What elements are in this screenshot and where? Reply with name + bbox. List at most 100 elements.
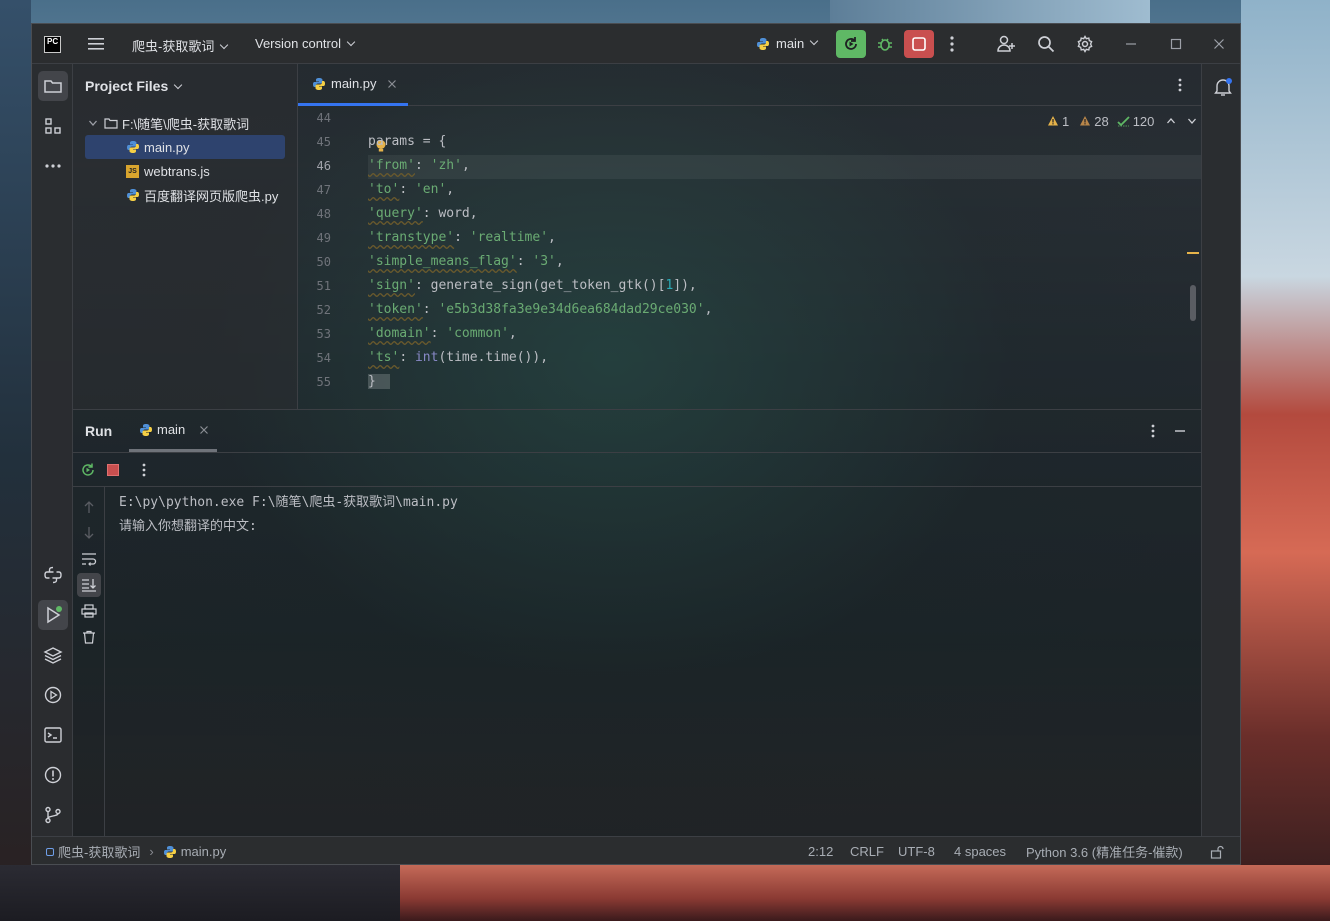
line-number: 49 <box>316 231 331 245</box>
print-button[interactable] <box>79 601 99 621</box>
stop-icon <box>912 37 926 51</box>
search-everywhere-button[interactable] <box>1035 33 1057 55</box>
soft-wrap-button[interactable] <box>79 549 99 569</box>
run-tab-main[interactable]: main <box>129 410 217 452</box>
structure-icon <box>45 118 61 134</box>
maximize-button[interactable] <box>1165 33 1187 55</box>
gear-icon <box>1077 35 1093 53</box>
breadcrumb: 爬虫-获取歌词 › main.py <box>46 837 227 864</box>
arrow-down-icon <box>84 527 94 539</box>
line-number: 50 <box>316 255 331 269</box>
app-logo[interactable]: PC <box>44 36 61 53</box>
line-separator[interactable]: CRLF <box>850 837 884 864</box>
version-control-button[interactable] <box>38 800 68 830</box>
main-menu-button[interactable] <box>87 35 105 53</box>
minimize-button[interactable] <box>1120 33 1142 55</box>
tree-item-baidu-py[interactable]: 百度翻译网页版爬虫.py <box>73 183 298 207</box>
console-line: 请输入你想翻译的中文: <box>119 519 257 534</box>
close-icon[interactable] <box>387 79 397 89</box>
line-number: 48 <box>316 207 331 221</box>
unlock-icon <box>1210 845 1224 859</box>
tree-root-label: F:\随笔\爬虫-获取歌词 <box>122 116 250 132</box>
rerun-button[interactable] <box>836 30 866 58</box>
editor-more-button[interactable] <box>1172 76 1188 94</box>
services-button[interactable] <box>38 680 68 710</box>
debug-button[interactable] <box>873 32 897 56</box>
rerun-button[interactable] <box>79 461 97 479</box>
scroll-up-button[interactable] <box>79 497 99 517</box>
editor-tab-main-py[interactable]: main.py <box>298 64 408 106</box>
chevron-down-icon <box>174 80 183 90</box>
run-more-button[interactable] <box>137 461 151 479</box>
python-file-icon <box>313 77 325 90</box>
line-number: 54 <box>316 351 331 365</box>
current-line-highlight <box>368 155 1201 179</box>
scroll-to-end-button[interactable] <box>77 573 101 597</box>
code-line-51: 'sign': generate_sign(get_token_gtk()[1]… <box>368 278 697 293</box>
file-name: main.py <box>144 139 190 155</box>
stop-button[interactable] <box>904 30 934 58</box>
python-console-button[interactable] <box>38 560 68 590</box>
more-actions-button[interactable] <box>942 33 962 55</box>
python-interpreter[interactable]: Python 3.6 (精准任务-催款) <box>1026 837 1183 864</box>
notifications-button[interactable] <box>1211 75 1235 99</box>
run-tool-button[interactable] <box>38 600 68 630</box>
indent-setting[interactable]: 4 spaces <box>954 837 1006 864</box>
readonly-toggle[interactable] <box>1210 837 1224 864</box>
editor-tab-label: main.py <box>331 76 377 91</box>
project-switcher[interactable]: 爬虫-获取歌词 <box>132 36 229 55</box>
project-tool-button[interactable] <box>38 71 68 101</box>
scroll-down-button[interactable] <box>79 523 99 543</box>
close-icon <box>1214 39 1224 49</box>
clear-all-button[interactable] <box>79 627 99 647</box>
problems-button[interactable] <box>38 760 68 790</box>
run-toolbar <box>73 452 1201 487</box>
warning-stripe-marker[interactable] <box>1187 252 1199 254</box>
python-file-icon <box>127 189 139 201</box>
console-output[interactable]: E:\py\python.exe F:\随笔\爬虫-获取歌词\main.py 请… <box>105 487 1201 837</box>
more-vertical-icon <box>1178 78 1182 92</box>
run-config-selector[interactable]: main <box>756 36 819 51</box>
code-line-47: 'to': 'en', <box>368 182 455 197</box>
code-area[interactable]: 44 45 46 47 48 49 50 51 52 53 54 55 para… <box>298 107 1201 409</box>
structure-tool-button[interactable] <box>38 111 68 141</box>
terminal-icon <box>44 727 62 743</box>
git-branch-icon <box>45 806 61 824</box>
run-panel-options-button[interactable] <box>1145 422 1161 440</box>
folder-icon <box>104 118 118 129</box>
run-icon <box>47 606 62 624</box>
add-user-icon <box>997 35 1015 52</box>
caret-position[interactable]: 2:12 <box>808 837 833 864</box>
settings-button[interactable] <box>1074 33 1096 55</box>
vcs-menu[interactable]: Version control <box>255 36 356 51</box>
code-with-me-button[interactable] <box>995 33 1017 55</box>
rerun-icon <box>82 463 94 476</box>
hide-panel-button[interactable] <box>1171 422 1189 440</box>
trash-icon <box>83 630 95 644</box>
maximize-icon <box>1170 38 1182 50</box>
project-panel-title: Project Files <box>85 78 169 94</box>
problems-icon <box>44 766 62 784</box>
minimize-icon <box>1175 430 1185 432</box>
python-packages-button[interactable] <box>38 640 68 670</box>
tree-item-webtrans-js[interactable]: JS webtrans.js <box>73 159 298 183</box>
close-window-button[interactable] <box>1208 33 1230 55</box>
terminal-button[interactable] <box>38 720 68 750</box>
file-encoding[interactable]: UTF-8 <box>898 837 935 864</box>
code-line-55: } <box>368 374 390 389</box>
console-side-toolbar <box>73 487 105 837</box>
line-number: 52 <box>316 303 331 317</box>
run-panel: Run main E:\py\python.exe F:\随笔\爬虫-获取歌词\… <box>73 409 1201 837</box>
editor-tab-strip: main.py <box>298 64 1201 106</box>
more-tools-button[interactable] <box>38 151 68 181</box>
close-icon[interactable] <box>199 425 209 435</box>
breadcrumb-project[interactable]: 爬虫-获取歌词 <box>58 842 140 861</box>
stop-button[interactable] <box>104 461 122 479</box>
module-icon <box>46 847 54 856</box>
editor-scrollbar[interactable] <box>1190 285 1196 321</box>
project-panel-header[interactable]: Project Files <box>85 78 183 94</box>
tree-item-main-py[interactable]: main.py <box>85 135 285 159</box>
breadcrumb-file[interactable]: main.py <box>181 844 227 859</box>
tree-root[interactable]: F:\随笔\爬虫-获取歌词 <box>73 111 298 135</box>
scroll-to-end-icon <box>82 579 96 592</box>
